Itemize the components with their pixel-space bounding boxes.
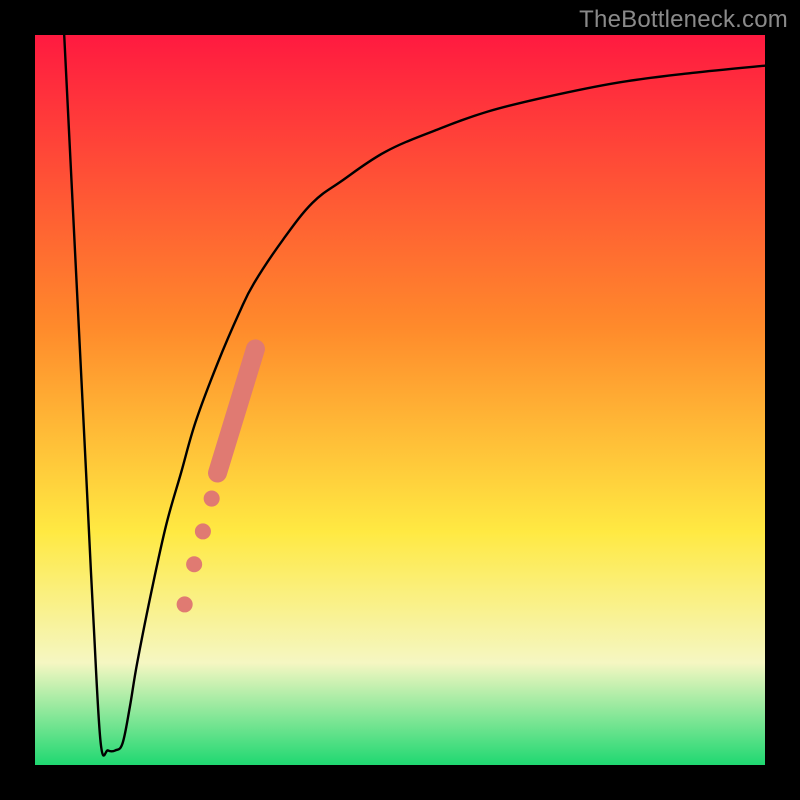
highlight-point xyxy=(177,596,193,612)
watermark: TheBottleneck.com xyxy=(579,6,788,34)
highlight-point xyxy=(186,556,202,572)
bottleneck-chart xyxy=(0,0,800,800)
highlight-point xyxy=(195,523,211,539)
highlight-point xyxy=(204,491,220,507)
